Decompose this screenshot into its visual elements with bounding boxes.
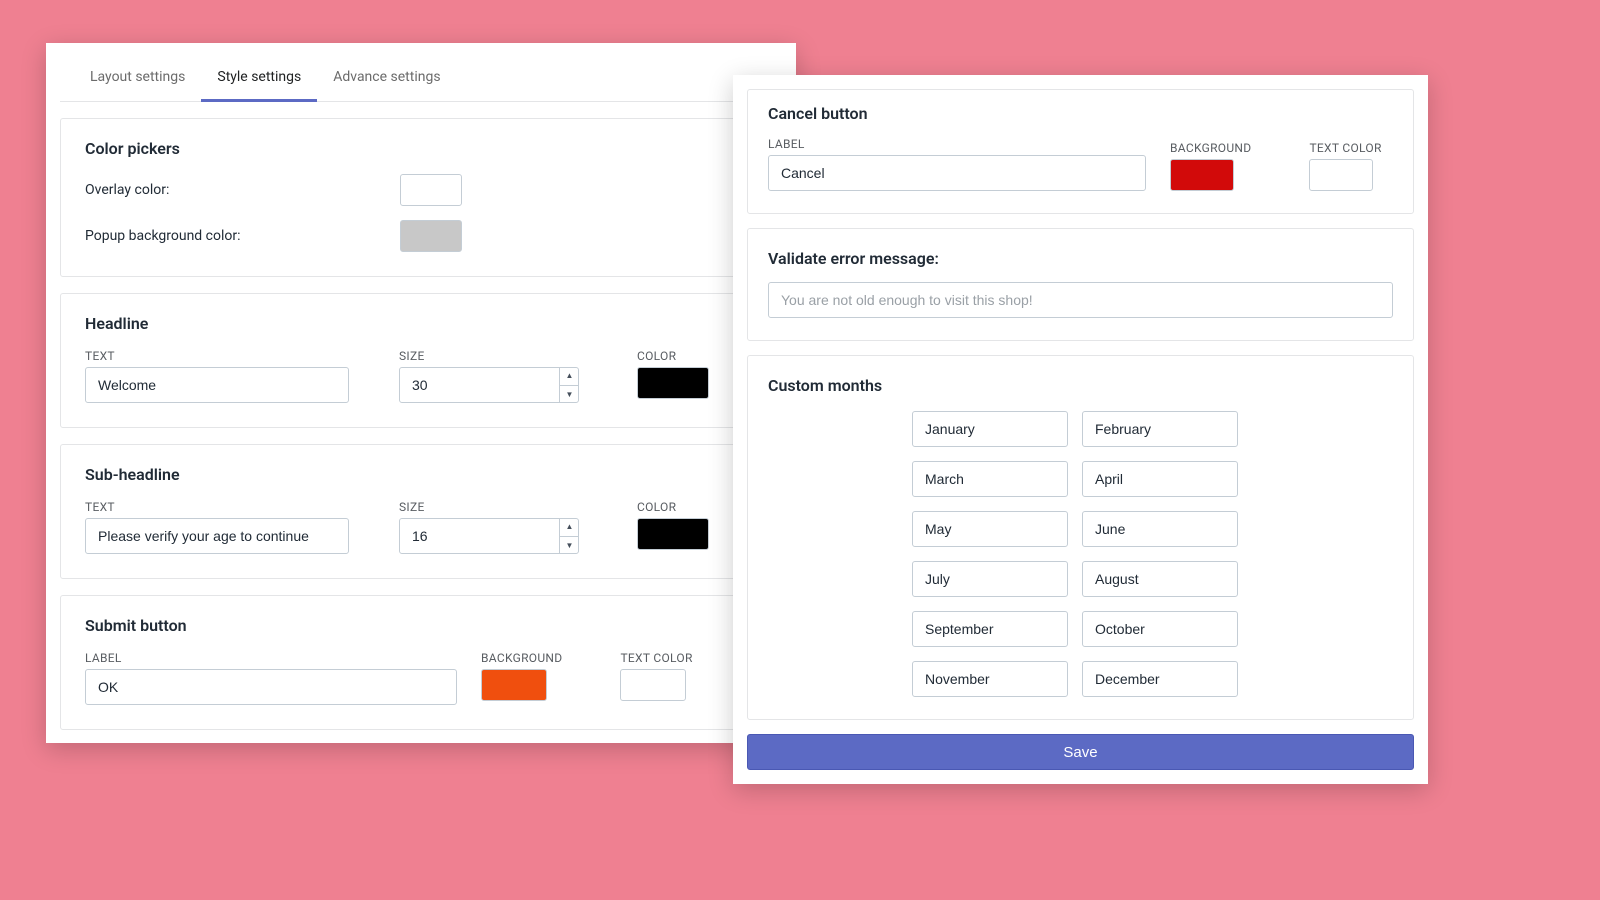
validate-error-title: Validate error message:: [768, 249, 1393, 268]
headline-size-spinner: ▲ ▼: [559, 367, 579, 403]
cancel-tc-swatch[interactable]: [1309, 159, 1373, 191]
tab-advance-settings[interactable]: Advance settings: [317, 57, 456, 102]
month-input[interactable]: [912, 411, 1068, 447]
color-pickers-title: Color pickers: [85, 139, 757, 158]
months-grid: [912, 411, 1393, 697]
subheadline-color-label: COLOR: [637, 500, 709, 514]
subheadline-text-input[interactable]: [85, 518, 349, 554]
subheadline-text-label: TEXT: [85, 500, 349, 514]
cancel-label-input[interactable]: [768, 155, 1146, 191]
submit-button-section: Submit button LABEL BACKGROUND TEXT COLO…: [60, 595, 782, 730]
subheadline-color-swatch[interactable]: [637, 518, 709, 550]
submit-button-title: Submit button: [85, 616, 757, 635]
cancel-bg-label: BACKGROUND: [1170, 141, 1251, 155]
cancel-label-label: LABEL: [768, 137, 1146, 151]
month-input[interactable]: [1082, 511, 1238, 547]
subheadline-title: Sub-headline: [85, 465, 757, 484]
right-panel: Cancel button LABEL BACKGROUND TEXT COLO…: [733, 75, 1428, 784]
submit-bg-swatch[interactable]: [481, 669, 547, 701]
headline-color-swatch[interactable]: [637, 367, 709, 399]
subheadline-size-input[interactable]: [399, 518, 579, 554]
cancel-tc-label: TEXT COLOR: [1309, 141, 1381, 155]
headline-text-label: TEXT: [85, 349, 349, 363]
color-pickers-section: Color pickers Overlay color: Popup backg…: [60, 118, 782, 277]
cancel-button-section: Cancel button LABEL BACKGROUND TEXT COLO…: [747, 89, 1414, 214]
month-input[interactable]: [912, 611, 1068, 647]
overlay-color-label: Overlay color:: [85, 182, 400, 198]
month-input[interactable]: [912, 461, 1068, 497]
headline-size-label: SIZE: [399, 349, 579, 363]
save-button[interactable]: Save: [747, 734, 1414, 770]
month-input[interactable]: [912, 561, 1068, 597]
submit-tc-label: TEXT COLOR: [620, 651, 692, 665]
subheadline-size-spinner: ▲ ▼: [559, 518, 579, 554]
month-input[interactable]: [1082, 661, 1238, 697]
custom-months-section: Custom months: [747, 355, 1414, 720]
popup-bg-label: Popup background color:: [85, 228, 400, 244]
month-input[interactable]: [912, 661, 1068, 697]
cancel-button-title: Cancel button: [768, 104, 1393, 123]
submit-bg-label: BACKGROUND: [481, 651, 562, 665]
month-input[interactable]: [1082, 411, 1238, 447]
submit-label-input[interactable]: [85, 669, 457, 705]
spinner-up-icon[interactable]: ▲: [560, 367, 579, 386]
validate-error-input[interactable]: [768, 282, 1393, 318]
tab-layout-settings[interactable]: Layout settings: [74, 57, 201, 102]
validate-error-section: Validate error message:: [747, 228, 1414, 341]
submit-label-label: LABEL: [85, 651, 457, 665]
headline-section: Headline TEXT SIZE ▲ ▼ COLOR: [60, 293, 782, 428]
month-input[interactable]: [912, 511, 1068, 547]
subheadline-size-label: SIZE: [399, 500, 579, 514]
month-input[interactable]: [1082, 561, 1238, 597]
overlay-color-swatch[interactable]: [400, 174, 462, 206]
headline-size-input[interactable]: [399, 367, 579, 403]
popup-bg-swatch[interactable]: [400, 220, 462, 252]
month-input[interactable]: [1082, 611, 1238, 647]
custom-months-title: Custom months: [768, 376, 1393, 395]
headline-title: Headline: [85, 314, 757, 333]
cancel-bg-swatch[interactable]: [1170, 159, 1234, 191]
month-input[interactable]: [1082, 461, 1238, 497]
submit-tc-swatch[interactable]: [620, 669, 686, 701]
left-panel: Layout settings Style settings Advance s…: [46, 43, 796, 743]
spinner-down-icon[interactable]: ▼: [560, 537, 579, 555]
spinner-down-icon[interactable]: ▼: [560, 386, 579, 404]
subheadline-section: Sub-headline TEXT SIZE ▲ ▼ COLOR: [60, 444, 782, 579]
settings-tabs: Layout settings Style settings Advance s…: [60, 57, 782, 102]
headline-color-label: COLOR: [637, 349, 709, 363]
spinner-up-icon[interactable]: ▲: [560, 518, 579, 537]
tab-style-settings[interactable]: Style settings: [201, 57, 317, 102]
headline-text-input[interactable]: [85, 367, 349, 403]
